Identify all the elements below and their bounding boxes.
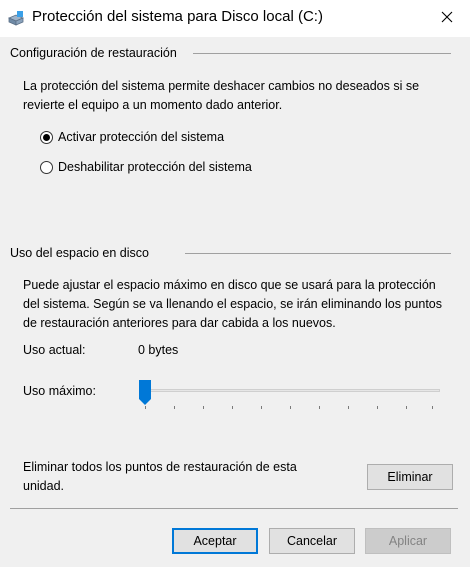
slider-tick <box>348 406 349 409</box>
restore-description: La protección del sistema permite deshac… <box>23 79 420 112</box>
window-title: Protección del sistema para Disco local … <box>32 8 323 25</box>
restore-settings-divider <box>193 53 451 54</box>
footer-separator <box>10 508 458 509</box>
disk-usage-header: Uso del espacio en disco <box>10 246 149 260</box>
disk-usage-description: Puede ajustar el espacio máximo en disco… <box>23 278 443 330</box>
slider-tick <box>174 406 175 409</box>
radio-label-disable: Deshabilitar protección del sistema <box>58 160 252 174</box>
close-icon <box>441 11 453 26</box>
slider-tick <box>290 406 291 409</box>
radio-button-selected[interactable] <box>40 130 53 144</box>
slider-tick <box>261 406 262 409</box>
slider-tick <box>432 406 433 409</box>
slider-tick <box>377 406 378 409</box>
radio-button[interactable] <box>40 160 53 174</box>
radio-disable-protection[interactable]: Deshabilitar protección del sistema <box>40 160 252 174</box>
radio-enable-protection[interactable]: Activar protección del sistema <box>40 130 224 144</box>
apply-button[interactable]: Aplicar <box>365 528 451 554</box>
close-button[interactable] <box>424 0 470 37</box>
disk-usage-divider <box>185 253 451 254</box>
max-usage-slider-track[interactable] <box>140 389 440 392</box>
delete-button[interactable]: Eliminar <box>367 464 453 490</box>
slider-tick <box>232 406 233 409</box>
current-usage-value: 0 bytes <box>138 343 179 357</box>
current-usage-label: Uso actual: <box>23 343 86 357</box>
slider-tick <box>319 406 320 409</box>
restore-settings-header: Configuración de restauración <box>10 46 177 60</box>
max-usage-slider-thumb[interactable] <box>139 380 151 405</box>
cancel-button[interactable]: Cancelar <box>269 528 355 554</box>
ok-button[interactable]: Aceptar <box>172 528 258 554</box>
max-usage-label: Uso máximo: <box>23 384 96 398</box>
slider-tick <box>406 406 407 409</box>
slider-tick <box>203 406 204 409</box>
slider-tick <box>145 406 146 409</box>
delete-restore-points-text: Eliminar todos los puntos de restauració… <box>23 460 297 493</box>
system-protection-icon <box>7 10 25 28</box>
title-bar: Protección del sistema para Disco local … <box>0 0 470 37</box>
radio-label-enable: Activar protección del sistema <box>58 130 225 144</box>
